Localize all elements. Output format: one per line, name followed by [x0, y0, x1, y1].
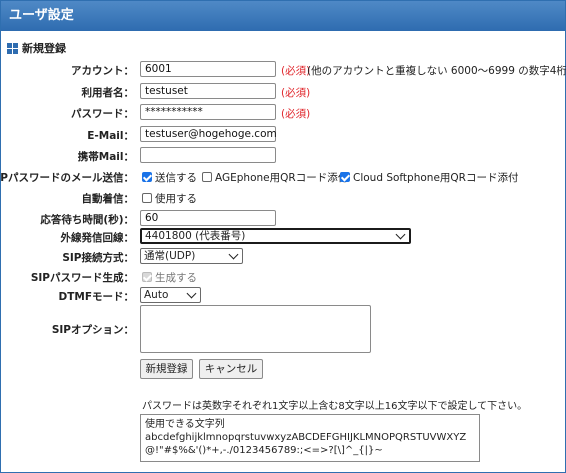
send-checkbox[interactable] [142, 172, 152, 182]
sip-mail-label: SIPパスワードのメール送信： [0, 172, 134, 184]
sip-pw-gen-option[interactable]: 生成する [142, 270, 197, 285]
account-input[interactable]: 6001 [140, 61, 276, 77]
account-label: アカウント： [71, 65, 134, 77]
auto-answer-opt-label: 使用する [155, 193, 197, 205]
sip-mail-send-option[interactable]: 送信する [142, 170, 197, 185]
chevron-down-icon [228, 249, 239, 260]
dtmf-label: DTMFモード： [58, 291, 135, 303]
account-required: (必須) [281, 65, 311, 77]
cloud-qr-label: Cloud Softphone用QRコード添付 [353, 172, 519, 184]
charset-title: 使用できる文字列 [145, 419, 225, 430]
auto-answer-option[interactable]: 使用する [142, 191, 197, 206]
charset-line2: @!"#$%&'()*+,-./0123456789:;<=>?[\]^_{|}… [145, 445, 383, 456]
outbound-line-label: 外線発信回線： [60, 232, 135, 244]
dtmf-select[interactable]: Auto [140, 287, 201, 303]
mobile-mail-input[interactable] [140, 147, 276, 163]
charset-line1: abcdefghijklmnopqrstuvwxyzABCDEFGHIJKLMN… [145, 432, 467, 443]
password-hint: パスワードは英数字それぞれ1文字以上含む8文字以上16文字以下で設定して下さい。 [142, 401, 528, 412]
charset-box: 使用できる文字列 abcdefghijklmnopqrstuvwxyzABCDE… [140, 414, 480, 462]
username-label: 利用者名： [81, 87, 135, 99]
dtmf-value: Auto [144, 289, 169, 301]
email-label: E-Mail： [87, 130, 134, 142]
sip-option-textarea[interactable] [140, 305, 371, 353]
email-input[interactable]: testuser@hogehoge.com [140, 126, 277, 142]
outbound-line-select[interactable]: 4401800 (代表番号) [140, 228, 411, 244]
wait-time-input[interactable]: 60 [140, 210, 276, 226]
password-input[interactable]: *********** [140, 104, 276, 120]
sip-connection-select[interactable]: 通常(UDP) [140, 248, 243, 264]
agephone-qr-checkbox[interactable] [202, 172, 212, 182]
sip-mail-agephone-option[interactable]: AGEphone用QRコード添付 [202, 170, 348, 185]
outbound-line-value: 4401800 (代表番号) [145, 230, 246, 242]
account-note: (他のアカウントと重複しない 6000～6999 の数字4桁) [307, 65, 566, 77]
page-title: ユーザ設定 [1, 1, 565, 31]
grid-icon [7, 42, 18, 54]
sip-pw-gen-opt-label: 生成する [155, 272, 197, 284]
send-label: 送信する [155, 172, 197, 184]
sip-mail-cloud-option[interactable]: Cloud Softphone用QRコード添付 [340, 170, 518, 185]
section-header: 新規登録 [7, 40, 66, 56]
sip-option-label: SIPオプション： [51, 324, 134, 336]
cancel-button[interactable]: キャンセル [199, 359, 263, 379]
sip-connection-label: SIP接続方式： [62, 252, 134, 264]
sip-pw-gen-checkbox[interactable] [142, 272, 152, 282]
auto-answer-checkbox[interactable] [142, 193, 152, 203]
password-required: (必須) [281, 108, 311, 120]
cloud-qr-checkbox[interactable] [340, 172, 350, 182]
agephone-qr-label: AGEphone用QRコード添付 [215, 172, 349, 184]
username-input[interactable]: testuset [140, 83, 276, 99]
register-button[interactable]: 新規登録 [140, 359, 193, 379]
wait-time-label: 応答待ち時間(秒)： [40, 214, 134, 226]
auto-answer-label: 自動着信： [81, 193, 135, 205]
chevron-down-icon [395, 229, 406, 240]
username-required: (必須) [281, 87, 311, 99]
sip-pw-gen-label: SIPパスワード生成： [30, 272, 134, 284]
chevron-down-icon [186, 288, 197, 299]
sip-connection-value: 通常(UDP) [144, 250, 196, 262]
mobile-mail-label: 携帯Mail： [77, 151, 134, 163]
password-label: パスワード： [71, 108, 134, 120]
section-title: 新規登録 [22, 42, 66, 55]
